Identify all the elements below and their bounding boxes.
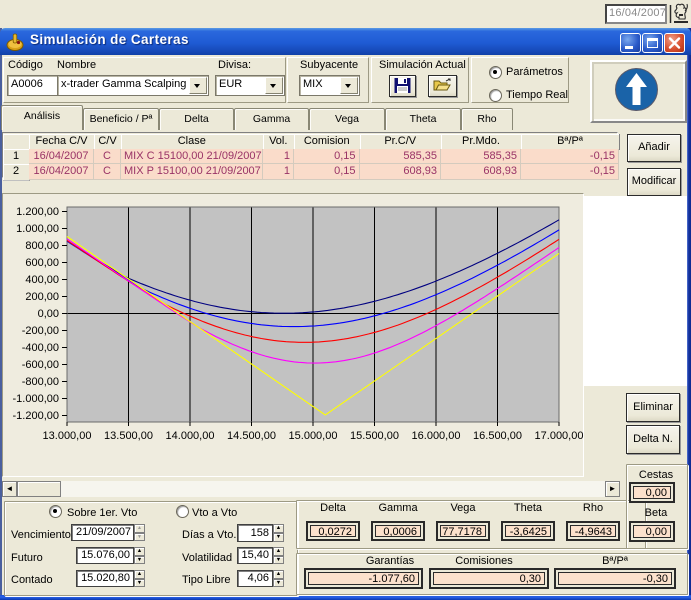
svg-text:14.000,00: 14.000,00 xyxy=(166,430,215,442)
svg-text:-800,00: -800,00 xyxy=(22,376,59,388)
svg-text:1.000,00: 1.000,00 xyxy=(16,223,59,235)
svg-text:13.500,00: 13.500,00 xyxy=(104,430,153,442)
svg-text:-600,00: -600,00 xyxy=(22,359,59,371)
svg-text:-1.200,00: -1.200,00 xyxy=(13,410,59,422)
svg-text:0,00: 0,00 xyxy=(38,308,59,320)
svg-text:15.000,00: 15.000,00 xyxy=(289,430,338,442)
svg-text:-1.000,00: -1.000,00 xyxy=(13,393,59,405)
svg-text:1.200,00: 1.200,00 xyxy=(16,206,59,218)
svg-text:400,00: 400,00 xyxy=(25,274,59,286)
svg-text:-200,00: -200,00 xyxy=(22,325,59,337)
svg-text:800,00: 800,00 xyxy=(25,240,59,252)
svg-text:600,00: 600,00 xyxy=(25,257,59,269)
svg-text:16.000,00: 16.000,00 xyxy=(412,430,461,442)
svg-text:15.500,00: 15.500,00 xyxy=(350,430,399,442)
svg-text:200,00: 200,00 xyxy=(25,291,59,303)
svg-text:13.000,00: 13.000,00 xyxy=(43,430,92,442)
svg-text:17.000,00: 17.000,00 xyxy=(535,430,584,442)
svg-text:-400,00: -400,00 xyxy=(22,342,59,354)
svg-text:14.500,00: 14.500,00 xyxy=(227,430,276,442)
svg-text:16.500,00: 16.500,00 xyxy=(473,430,522,442)
